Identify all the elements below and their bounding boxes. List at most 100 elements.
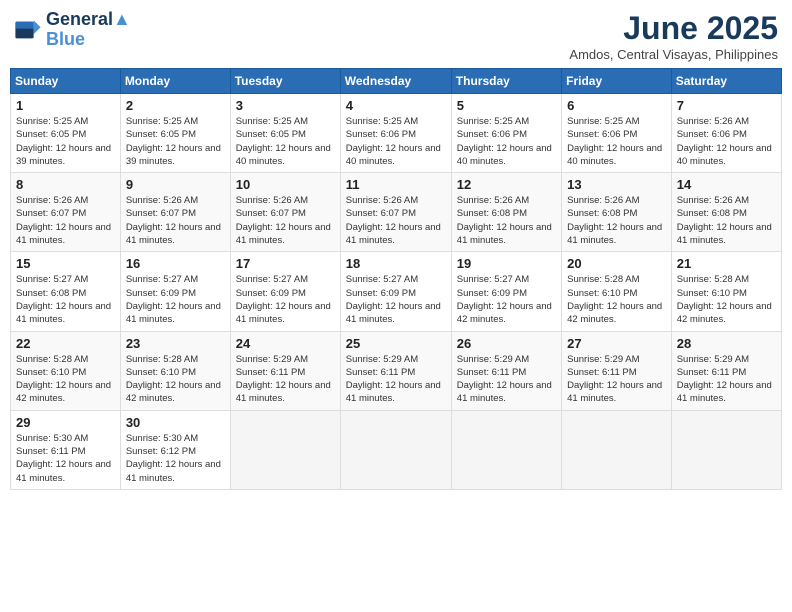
logo-text: General▲ Blue [46,10,131,50]
table-row: 24 Sunrise: 5:29 AM Sunset: 6:11 PM Dayl… [230,331,340,410]
table-row: 18 Sunrise: 5:27 AM Sunset: 6:09 PM Dayl… [340,252,451,331]
day-info: Sunrise: 5:27 AM Sunset: 6:09 PM Dayligh… [126,273,225,326]
table-row [340,410,451,489]
table-row [230,410,340,489]
day-number: 13 [567,177,666,192]
day-number: 21 [677,256,776,271]
table-row: 14 Sunrise: 5:26 AM Sunset: 6:08 PM Dayl… [671,173,781,252]
day-info: Sunrise: 5:27 AM Sunset: 6:09 PM Dayligh… [346,273,446,326]
table-row: 11 Sunrise: 5:26 AM Sunset: 6:07 PM Dayl… [340,173,451,252]
table-row: 20 Sunrise: 5:28 AM Sunset: 6:10 PM Dayl… [562,252,672,331]
table-row [451,410,561,489]
calendar-table: Sunday Monday Tuesday Wednesday Thursday… [10,68,782,490]
day-info: Sunrise: 5:28 AM Sunset: 6:10 PM Dayligh… [16,353,115,406]
day-info: Sunrise: 5:25 AM Sunset: 6:06 PM Dayligh… [457,115,556,168]
table-row: 3 Sunrise: 5:25 AM Sunset: 6:05 PM Dayli… [230,94,340,173]
table-row: 25 Sunrise: 5:29 AM Sunset: 6:11 PM Dayl… [340,331,451,410]
table-row: 17 Sunrise: 5:27 AM Sunset: 6:09 PM Dayl… [230,252,340,331]
calendar-week-5: 29 Sunrise: 5:30 AM Sunset: 6:11 PM Dayl… [11,410,782,489]
day-info: Sunrise: 5:29 AM Sunset: 6:11 PM Dayligh… [567,353,666,406]
table-row: 13 Sunrise: 5:26 AM Sunset: 6:08 PM Dayl… [562,173,672,252]
day-number: 3 [236,98,335,113]
day-info: Sunrise: 5:26 AM Sunset: 6:06 PM Dayligh… [677,115,776,168]
day-number: 18 [346,256,446,271]
table-row: 6 Sunrise: 5:25 AM Sunset: 6:06 PM Dayli… [562,94,672,173]
col-tuesday: Tuesday [230,69,340,94]
table-row: 1 Sunrise: 5:25 AM Sunset: 6:05 PM Dayli… [11,94,121,173]
col-friday: Friday [562,69,672,94]
day-number: 14 [677,177,776,192]
day-info: Sunrise: 5:26 AM Sunset: 6:08 PM Dayligh… [457,194,556,247]
day-number: 4 [346,98,446,113]
day-info: Sunrise: 5:25 AM Sunset: 6:06 PM Dayligh… [567,115,666,168]
day-info: Sunrise: 5:29 AM Sunset: 6:11 PM Dayligh… [346,353,446,406]
day-number: 29 [16,415,115,430]
table-row: 22 Sunrise: 5:28 AM Sunset: 6:10 PM Dayl… [11,331,121,410]
day-number: 22 [16,336,115,351]
day-number: 17 [236,256,335,271]
calendar-week-1: 1 Sunrise: 5:25 AM Sunset: 6:05 PM Dayli… [11,94,782,173]
day-info: Sunrise: 5:29 AM Sunset: 6:11 PM Dayligh… [677,353,776,406]
table-row: 8 Sunrise: 5:26 AM Sunset: 6:07 PM Dayli… [11,173,121,252]
table-row: 29 Sunrise: 5:30 AM Sunset: 6:11 PM Dayl… [11,410,121,489]
day-info: Sunrise: 5:25 AM Sunset: 6:06 PM Dayligh… [346,115,446,168]
day-number: 28 [677,336,776,351]
day-info: Sunrise: 5:30 AM Sunset: 6:11 PM Dayligh… [16,432,115,485]
day-number: 12 [457,177,556,192]
table-row: 26 Sunrise: 5:29 AM Sunset: 6:11 PM Dayl… [451,331,561,410]
day-info: Sunrise: 5:26 AM Sunset: 6:07 PM Dayligh… [346,194,446,247]
day-info: Sunrise: 5:30 AM Sunset: 6:12 PM Dayligh… [126,432,225,485]
day-info: Sunrise: 5:28 AM Sunset: 6:10 PM Dayligh… [126,353,225,406]
day-number: 7 [677,98,776,113]
day-number: 26 [457,336,556,351]
table-row: 12 Sunrise: 5:26 AM Sunset: 6:08 PM Dayl… [451,173,561,252]
month-year-title: June 2025 [569,10,778,47]
day-number: 16 [126,256,225,271]
table-row: 30 Sunrise: 5:30 AM Sunset: 6:12 PM Dayl… [120,410,230,489]
day-info: Sunrise: 5:27 AM Sunset: 6:09 PM Dayligh… [236,273,335,326]
day-number: 5 [457,98,556,113]
table-row: 15 Sunrise: 5:27 AM Sunset: 6:08 PM Dayl… [11,252,121,331]
col-wednesday: Wednesday [340,69,451,94]
day-info: Sunrise: 5:26 AM Sunset: 6:08 PM Dayligh… [677,194,776,247]
table-row: 21 Sunrise: 5:28 AM Sunset: 6:10 PM Dayl… [671,252,781,331]
table-row: 5 Sunrise: 5:25 AM Sunset: 6:06 PM Dayli… [451,94,561,173]
calendar-week-4: 22 Sunrise: 5:28 AM Sunset: 6:10 PM Dayl… [11,331,782,410]
title-block: June 2025 Amdos, Central Visayas, Philip… [569,10,778,62]
day-info: Sunrise: 5:25 AM Sunset: 6:05 PM Dayligh… [126,115,225,168]
calendar-header-row: Sunday Monday Tuesday Wednesday Thursday… [11,69,782,94]
day-info: Sunrise: 5:29 AM Sunset: 6:11 PM Dayligh… [457,353,556,406]
header: General▲ Blue June 2025 Amdos, Central V… [10,10,782,62]
col-monday: Monday [120,69,230,94]
day-info: Sunrise: 5:29 AM Sunset: 6:11 PM Dayligh… [236,353,335,406]
table-row [671,410,781,489]
table-row: 27 Sunrise: 5:29 AM Sunset: 6:11 PM Dayl… [562,331,672,410]
day-number: 19 [457,256,556,271]
day-info: Sunrise: 5:25 AM Sunset: 6:05 PM Dayligh… [16,115,115,168]
day-number: 30 [126,415,225,430]
day-number: 23 [126,336,225,351]
day-info: Sunrise: 5:25 AM Sunset: 6:05 PM Dayligh… [236,115,335,168]
table-row: 4 Sunrise: 5:25 AM Sunset: 6:06 PM Dayli… [340,94,451,173]
day-info: Sunrise: 5:26 AM Sunset: 6:08 PM Dayligh… [567,194,666,247]
day-number: 27 [567,336,666,351]
day-number: 15 [16,256,115,271]
day-number: 2 [126,98,225,113]
table-row: 23 Sunrise: 5:28 AM Sunset: 6:10 PM Dayl… [120,331,230,410]
day-info: Sunrise: 5:28 AM Sunset: 6:10 PM Dayligh… [677,273,776,326]
day-number: 20 [567,256,666,271]
col-thursday: Thursday [451,69,561,94]
table-row: 7 Sunrise: 5:26 AM Sunset: 6:06 PM Dayli… [671,94,781,173]
table-row: 16 Sunrise: 5:27 AM Sunset: 6:09 PM Dayl… [120,252,230,331]
day-number: 11 [346,177,446,192]
table-row: 28 Sunrise: 5:29 AM Sunset: 6:11 PM Dayl… [671,331,781,410]
calendar-week-3: 15 Sunrise: 5:27 AM Sunset: 6:08 PM Dayl… [11,252,782,331]
calendar-week-2: 8 Sunrise: 5:26 AM Sunset: 6:07 PM Dayli… [11,173,782,252]
day-number: 25 [346,336,446,351]
day-info: Sunrise: 5:28 AM Sunset: 6:10 PM Dayligh… [567,273,666,326]
table-row: 10 Sunrise: 5:26 AM Sunset: 6:07 PM Dayl… [230,173,340,252]
day-number: 10 [236,177,335,192]
col-saturday: Saturday [671,69,781,94]
location-subtitle: Amdos, Central Visayas, Philippines [569,47,778,62]
day-info: Sunrise: 5:27 AM Sunset: 6:09 PM Dayligh… [457,273,556,326]
